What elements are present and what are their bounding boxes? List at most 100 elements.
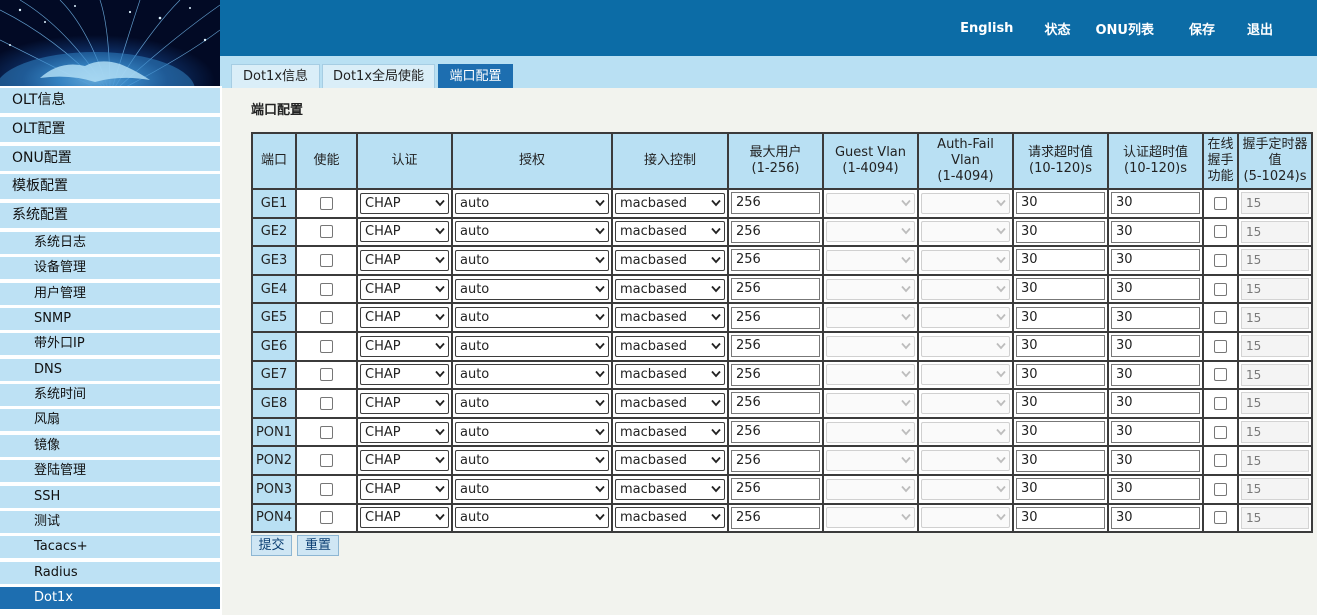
sidebar-item-onu-2[interactable]: ONU配置 <box>0 145 220 171</box>
auth-timeout-input[interactable]: 30 <box>1111 392 1200 415</box>
request-timeout-input[interactable]: 30 <box>1016 478 1105 501</box>
auth-select[interactable]: CHAP <box>360 450 449 472</box>
auth-select[interactable]: CHAP <box>360 335 449 357</box>
nav-english-link[interactable]: English <box>960 21 1013 36</box>
enable-checkbox[interactable] <box>320 253 333 267</box>
tab-port-config[interactable]: 端口配置 <box>438 64 513 88</box>
sidebar-item-item-5-5[interactable]: 系统日志 <box>0 232 220 254</box>
auth-timeout-input[interactable]: 30 <box>1111 478 1200 501</box>
auth-select[interactable]: CHAP <box>360 392 449 414</box>
access-control-select[interactable]: macbased <box>615 335 725 357</box>
max-users-input[interactable]: 256 <box>731 363 820 386</box>
handshake-checkbox[interactable] <box>1214 311 1227 325</box>
nav-logout-link[interactable]: 退出 <box>1247 19 1273 38</box>
auth-select[interactable]: CHAP <box>360 221 449 243</box>
enable-checkbox[interactable] <box>320 311 333 325</box>
authz-select[interactable]: auto <box>455 192 609 214</box>
handshake-checkbox[interactable] <box>1214 225 1227 239</box>
submit-button[interactable]: 提交 <box>251 535 292 556</box>
authz-select[interactable]: auto <box>455 221 609 243</box>
max-users-input[interactable]: 256 <box>731 335 820 358</box>
max-users-input[interactable]: 256 <box>731 306 820 329</box>
auth-select[interactable]: CHAP <box>360 421 449 443</box>
request-timeout-input[interactable]: 30 <box>1016 220 1105 243</box>
authz-select[interactable]: auto <box>455 278 609 300</box>
max-users-input[interactable]: 256 <box>731 478 820 501</box>
authz-select[interactable]: auto <box>455 450 609 472</box>
enable-checkbox[interactable] <box>320 396 333 410</box>
auth-timeout-input[interactable]: 30 <box>1111 249 1200 272</box>
handshake-checkbox[interactable] <box>1214 511 1227 525</box>
auth-timeout-input[interactable]: 30 <box>1111 449 1200 472</box>
handshake-checkbox[interactable] <box>1214 396 1227 410</box>
sidebar-item-item-12-12[interactable]: 风扇 <box>0 409 220 432</box>
auth-timeout-input[interactable]: 30 <box>1111 335 1200 358</box>
auth-select[interactable]: CHAP <box>360 249 449 271</box>
enable-checkbox[interactable] <box>320 339 333 353</box>
sidebar-item-olt-0[interactable]: OLT信息 <box>0 88 220 113</box>
request-timeout-input[interactable]: 30 <box>1016 335 1105 358</box>
tab-dot1x-info[interactable]: Dot1x信息 <box>231 64 320 88</box>
access-control-select[interactable]: macbased <box>615 421 725 443</box>
authz-select[interactable]: auto <box>455 335 609 357</box>
access-control-select[interactable]: macbased <box>615 249 725 271</box>
auth-timeout-input[interactable]: 30 <box>1111 306 1200 329</box>
sidebar-item-olt-1[interactable]: OLT配置 <box>0 116 220 142</box>
sidebar-item-item-16-16[interactable]: 测试 <box>0 510 220 533</box>
max-users-input[interactable]: 256 <box>731 278 820 301</box>
sidebar-item-item-13-13[interactable]: 镜像 <box>0 434 220 457</box>
max-users-input[interactable]: 256 <box>731 220 820 243</box>
auth-select[interactable]: CHAP <box>360 478 449 500</box>
access-control-select[interactable]: macbased <box>615 478 725 500</box>
enable-checkbox[interactable] <box>320 282 333 296</box>
handshake-checkbox[interactable] <box>1214 368 1227 382</box>
enable-checkbox[interactable] <box>320 225 333 239</box>
request-timeout-input[interactable]: 30 <box>1016 506 1105 529</box>
sidebar-item-item-4-4[interactable]: 系统配置 <box>0 203 220 229</box>
sidebar-item-item-6-6[interactable]: 设备管理 <box>0 257 220 280</box>
request-timeout-input[interactable]: 30 <box>1016 278 1105 301</box>
handshake-checkbox[interactable] <box>1214 454 1227 468</box>
max-users-input[interactable]: 256 <box>731 249 820 272</box>
auth-select[interactable]: CHAP <box>360 307 449 329</box>
tab-dot1x-global-enable[interactable]: Dot1x全局使能 <box>322 64 435 88</box>
authz-select[interactable]: auto <box>455 307 609 329</box>
sidebar-item-dns-10[interactable]: DNS <box>0 358 220 381</box>
request-timeout-input[interactable]: 30 <box>1016 421 1105 444</box>
access-control-select[interactable]: macbased <box>615 507 725 529</box>
request-timeout-input[interactable]: 30 <box>1016 192 1105 215</box>
handshake-checkbox[interactable] <box>1214 253 1227 267</box>
sidebar-item-ip-9[interactable]: 带外口IP <box>0 333 220 356</box>
request-timeout-input[interactable]: 30 <box>1016 449 1105 472</box>
max-users-input[interactable]: 256 <box>731 449 820 472</box>
access-control-select[interactable]: macbased <box>615 392 725 414</box>
handshake-checkbox[interactable] <box>1214 282 1227 296</box>
access-control-select[interactable]: macbased <box>615 307 725 329</box>
max-users-input[interactable]: 256 <box>731 192 820 215</box>
authz-select[interactable]: auto <box>455 421 609 443</box>
enable-checkbox[interactable] <box>320 425 333 439</box>
authz-select[interactable]: auto <box>455 249 609 271</box>
auth-select[interactable]: CHAP <box>360 507 449 529</box>
sidebar-item-item-14-14[interactable]: 登陆管理 <box>0 460 220 483</box>
auth-timeout-input[interactable]: 30 <box>1111 421 1200 444</box>
nav-onu-list-link[interactable]: ONU列表 <box>1095 19 1154 38</box>
authz-select[interactable]: auto <box>455 478 609 500</box>
enable-checkbox[interactable] <box>320 368 333 382</box>
auth-select[interactable]: CHAP <box>360 364 449 386</box>
sidebar-item-ssh-15[interactable]: SSH <box>0 485 220 508</box>
access-control-select[interactable]: macbased <box>615 221 725 243</box>
reset-button[interactable]: 重置 <box>297 535 339 556</box>
sidebar-item-item-3-3[interactable]: 模板配置 <box>0 174 220 200</box>
max-users-input[interactable]: 256 <box>731 506 820 529</box>
handshake-checkbox[interactable] <box>1214 482 1227 496</box>
nav-status-link[interactable]: 状态 <box>1044 19 1070 38</box>
authz-select[interactable]: auto <box>455 364 609 386</box>
enable-checkbox[interactable] <box>320 454 333 468</box>
sidebar-item-snmp-8[interactable]: SNMP <box>0 308 220 331</box>
nav-save-link[interactable]: 保存 <box>1189 19 1215 38</box>
enable-checkbox[interactable] <box>320 511 333 525</box>
sidebar-item-item-7-7[interactable]: 用户管理 <box>0 282 220 305</box>
sidebar-item-tacacs-17[interactable]: Tacacs+ <box>0 536 220 559</box>
handshake-checkbox[interactable] <box>1214 339 1227 353</box>
